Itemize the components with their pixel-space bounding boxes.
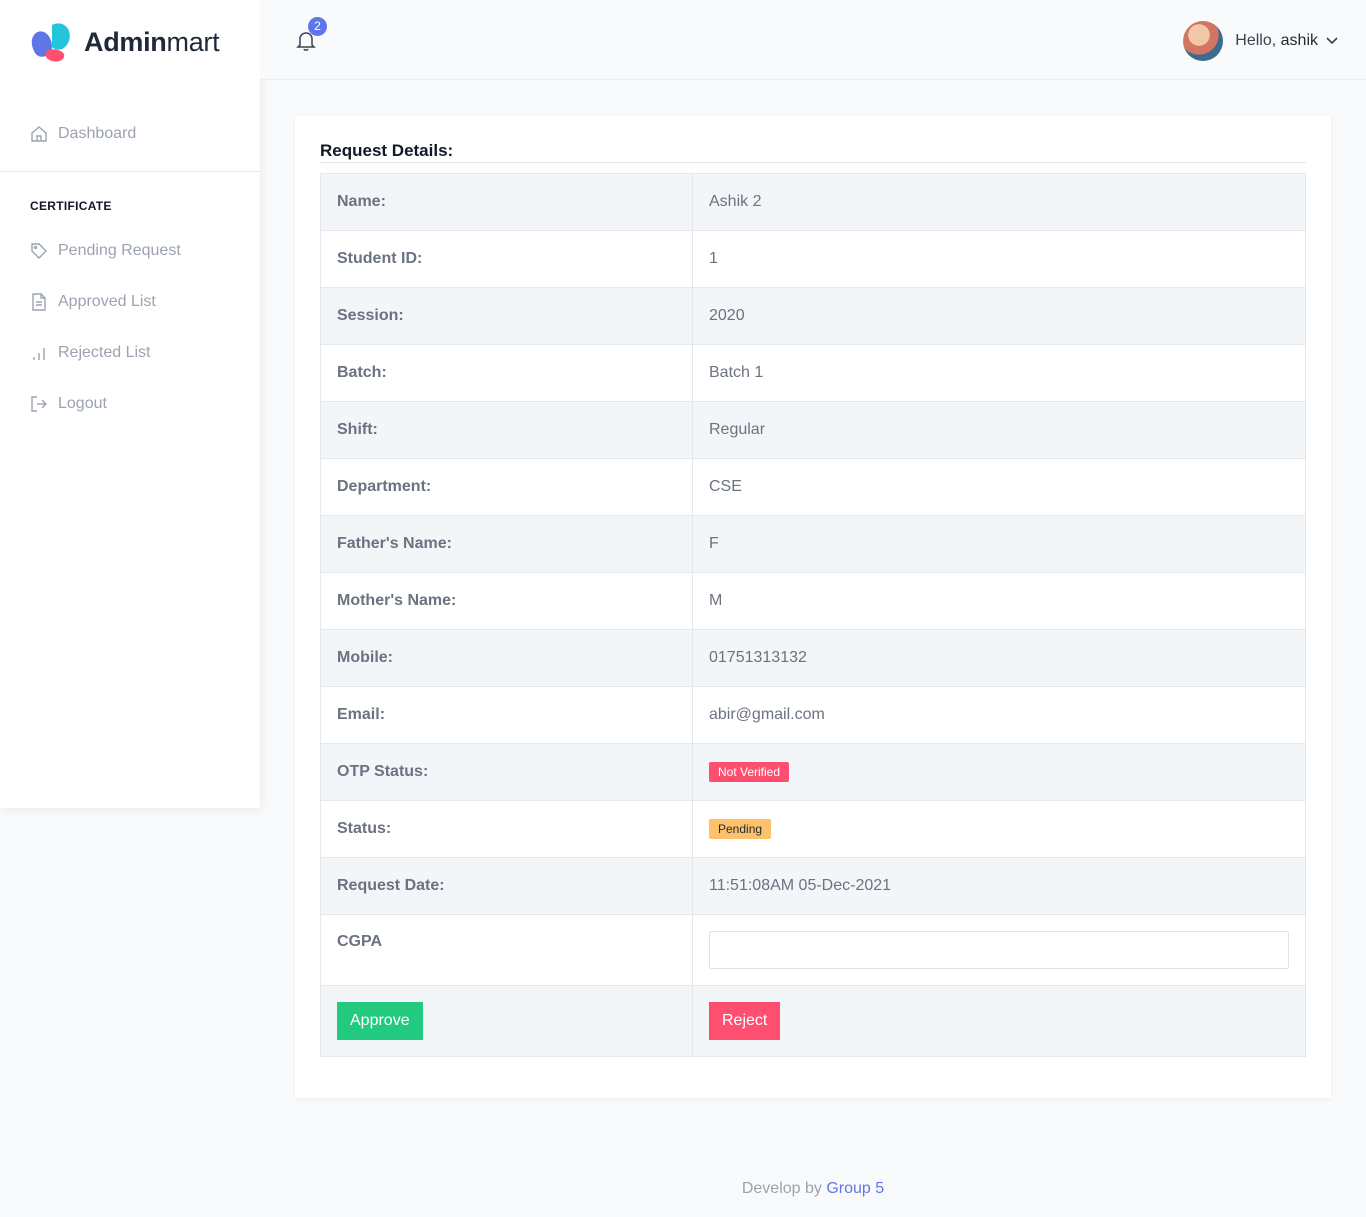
reject-cell: Reject	[692, 985, 1306, 1057]
sidebar-item-logout[interactable]: Logout	[30, 395, 107, 413]
footer: Develop by Group 5	[260, 1180, 1366, 1198]
sidebar-item-label: Logout	[58, 395, 107, 412]
field-label: Department:	[320, 458, 693, 516]
sidebar-item-label: Pending Request	[58, 242, 181, 259]
field-value: Regular	[692, 401, 1306, 459]
field-label: Student ID:	[320, 230, 693, 288]
sidebar-item-dashboard[interactable]: Dashboard	[30, 125, 136, 143]
page-title: Request Details:	[320, 141, 454, 160]
cgpa-label: CGPA	[320, 914, 693, 986]
field-label: Request Date:	[320, 857, 693, 915]
field-label: Shift:	[320, 401, 693, 459]
sidebar-item-label: Dashboard	[58, 125, 137, 142]
sidebar-item-pending-request[interactable]: Pending Request	[30, 242, 181, 260]
sidebar: Adminmart Dashboard CERTIFICATE Pending …	[0, 0, 260, 808]
sidebar-item-rejected-list[interactable]: Rejected List	[30, 344, 151, 362]
table-row: Shift: Regular	[320, 401, 1306, 459]
greeting-text: Hello,	[1235, 32, 1277, 49]
field-value: Not Verified	[692, 743, 1306, 801]
details-table: Name: Ashik 2 Student ID: 1 Session: 202…	[320, 173, 1306, 1057]
cgpa-cell	[692, 914, 1306, 986]
field-value: CSE	[692, 458, 1306, 516]
field-label: Batch:	[320, 344, 693, 402]
reject-button[interactable]: Reject	[709, 1002, 781, 1040]
field-value: abir@gmail.com	[692, 686, 1306, 744]
table-row: Session: 2020	[320, 287, 1306, 345]
field-label: OTP Status:	[320, 743, 693, 801]
field-label: Email:	[320, 686, 693, 744]
field-value: 2020	[692, 287, 1306, 345]
title-divider	[320, 162, 1306, 163]
table-row: OTP Status: Not Verified	[320, 743, 1306, 801]
footer-link[interactable]: Group 5	[826, 1180, 884, 1197]
sidebar-divider	[0, 171, 260, 172]
bar-chart-icon	[33, 348, 45, 360]
footer-text: Develop by	[741, 1180, 822, 1197]
field-label: Father's Name:	[320, 515, 693, 573]
sidebar-item-label: Rejected List	[58, 344, 151, 361]
approve-button[interactable]: Approve	[337, 1002, 423, 1040]
user-menu[interactable]: Hello, ashik	[1183, 21, 1338, 61]
table-row: Email: abir@gmail.com	[320, 686, 1306, 744]
table-row-cgpa: CGPA	[320, 914, 1306, 986]
table-row: Mobile: 01751313132	[320, 629, 1306, 687]
sidebar-item-approved-list[interactable]: Approved List	[30, 293, 156, 311]
topbar: 2 Hello, ashik	[260, 0, 1366, 80]
field-value: Pending	[692, 800, 1306, 858]
table-row: Department: CSE	[320, 458, 1306, 516]
field-label: Mobile:	[320, 629, 693, 687]
field-label: Name:	[320, 173, 693, 231]
username: ashik	[1280, 32, 1318, 49]
avatar	[1183, 21, 1224, 61]
sidebar-item-label: Approved List	[58, 293, 156, 310]
home-icon	[31, 126, 47, 142]
sidebar-section-heading: CERTIFICATE	[30, 199, 112, 213]
field-value: F	[692, 515, 1306, 573]
field-value: 11:51:08AM 05-Dec-2021	[692, 857, 1306, 915]
field-label: Session:	[320, 287, 693, 345]
field-label: Mother's Name:	[320, 572, 693, 630]
request-details-card: Request Details: Name: Ashik 2 Student I…	[295, 116, 1331, 1098]
logo-mark-icon	[31, 23, 70, 62]
brand-name: Adminmart	[84, 26, 220, 57]
file-icon	[32, 293, 46, 311]
user-greeting: Hello, ashik	[1235, 32, 1318, 50]
approve-cell: Approve	[320, 985, 693, 1057]
table-row: Student ID: 1	[320, 230, 1306, 288]
field-label: Status:	[320, 800, 693, 858]
field-value: 01751313132	[692, 629, 1306, 687]
brand-logo[interactable]: Adminmart	[30, 20, 220, 64]
table-row-actions: Approve Reject	[320, 985, 1306, 1057]
table-row: Batch: Batch 1	[320, 344, 1306, 402]
table-row: Father's Name: F	[320, 515, 1306, 573]
otp-status-badge: Not Verified	[709, 762, 790, 782]
table-row: Request Date: 11:51:08AM 05-Dec-2021	[320, 857, 1306, 915]
chevron-down-icon	[1326, 37, 1338, 45]
field-value: 1	[692, 230, 1306, 288]
field-value: Ashik 2	[692, 173, 1306, 231]
cgpa-input[interactable]	[709, 931, 1289, 969]
tag-icon	[31, 243, 47, 259]
logout-icon	[31, 396, 47, 412]
table-row: Status: Pending	[320, 800, 1306, 858]
status-badge: Pending	[709, 819, 772, 839]
table-row: Mother's Name: M	[320, 572, 1306, 630]
notification-count-badge: 2	[308, 17, 327, 36]
table-row: Name: Ashik 2	[320, 173, 1306, 231]
field-value: Batch 1	[692, 344, 1306, 402]
field-value: M	[692, 572, 1306, 630]
